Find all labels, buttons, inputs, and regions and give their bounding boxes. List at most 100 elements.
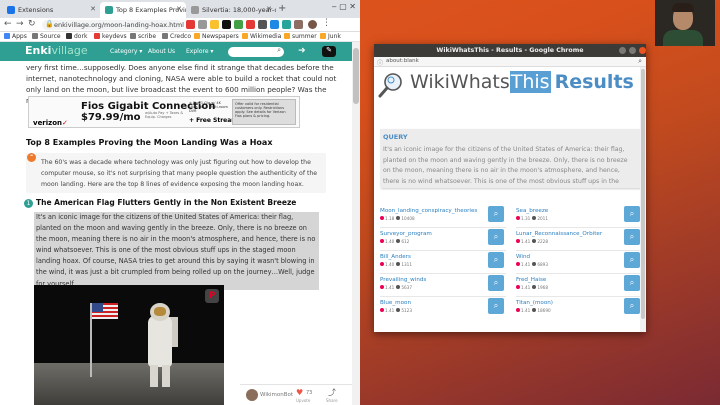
page-icon	[191, 6, 199, 14]
magnifier-logo-icon	[378, 73, 402, 98]
popup-scrollbar[interactable]	[640, 67, 646, 332]
page-title: WikiWhatsThis Results	[410, 71, 634, 93]
american-flag	[92, 303, 118, 319]
result-item: Sea_breeze 1.31 2011 ⌕	[516, 206, 644, 226]
verizon-logo: verizon✓	[33, 119, 68, 127]
tab-extensions[interactable]: Extensions ✕	[2, 2, 100, 18]
search-icon[interactable]: ⌕	[488, 298, 504, 314]
astronaut-leg	[150, 365, 158, 387]
search-icon[interactable]: ⌕	[624, 229, 640, 245]
share-bar: WikimonBot ♥ 73 Upvote ⤴ Share	[240, 384, 352, 405]
search-icon[interactable]: ⌕	[624, 275, 640, 291]
new-tab-button[interactable]: +	[278, 3, 286, 14]
nav-about-us[interactable]: About Us	[148, 48, 175, 55]
result-item: Fred_Haise 1.41 1968 ⌕	[516, 275, 644, 295]
close-icon[interactable]: ✕	[90, 5, 96, 13]
extension-icon[interactable]	[258, 20, 267, 29]
query-label: QUERY	[383, 133, 408, 141]
extensions-icon	[7, 6, 15, 14]
result-item: Wind 1.41 6893 ⌕	[516, 252, 644, 272]
login-icon[interactable]: ➜	[298, 46, 306, 56]
extension-icon[interactable]	[246, 20, 255, 29]
bookmark-keydevs[interactable]: keydevs	[94, 33, 127, 40]
quote-icon: ❝	[27, 153, 36, 162]
search-icon[interactable]: ⌕	[624, 298, 640, 314]
astronaut-leg	[162, 365, 170, 387]
query-text: It's an iconic image for the citizens of…	[383, 146, 628, 185]
site-header: Enkivillage Category ▾ About Us Explore …	[0, 42, 352, 61]
forward-icon[interactable]: →	[16, 19, 24, 29]
search-icon[interactable]: ⌕	[488, 252, 504, 268]
menu-icon[interactable]: ⋮	[322, 18, 331, 28]
scrollbar-thumb[interactable]	[353, 48, 359, 104]
results-window: WikiWhatsThis - Results - Google Chrome …	[374, 44, 646, 332]
zoom-icon[interactable]: ⌕	[638, 57, 642, 66]
address-toolbar: ← → ↻ 🔒 enkivillage.org/moon-landing-hoa…	[0, 18, 360, 32]
result-item: Blue_moon 1.41 5123 ⌕	[380, 298, 508, 318]
page-scrollbar[interactable]	[352, 42, 360, 405]
close-icon[interactable]: ✕	[266, 5, 272, 13]
extension-icon[interactable]	[270, 20, 279, 29]
share-icon[interactable]: ⤴	[328, 387, 336, 398]
extension-icon[interactable]	[186, 20, 195, 29]
close-icon[interactable]	[639, 47, 646, 54]
advertisement[interactable]: Fios Gigabit Connection $79.99/mo verizo…	[28, 96, 300, 128]
nav-category[interactable]: Category ▾	[110, 48, 142, 55]
bookmark-wikimedia[interactable]: Wikimedia	[242, 33, 281, 40]
bookmark-junk[interactable]: Junk	[320, 33, 341, 40]
avatar[interactable]	[246, 389, 258, 401]
bookmark-newspapers[interactable]: Newspapers	[194, 33, 239, 40]
tab-article[interactable]: Top 8 Examples Proving ✕	[100, 2, 186, 18]
tab-silvertia[interactable]: Silvertia: 18,000-year-old M ✕	[186, 2, 276, 18]
bookmark-scribe[interactable]: scribe	[130, 33, 156, 40]
back-icon[interactable]: ←	[4, 19, 12, 29]
scrollbar-thumb[interactable]	[641, 69, 645, 319]
extension-icon[interactable]	[210, 20, 219, 29]
site-search-input[interactable]: ⌕	[228, 46, 284, 57]
nav-explore[interactable]: Explore ▾	[186, 48, 213, 55]
bookmark-apps[interactable]: Apps	[4, 33, 27, 40]
heart-icon[interactable]: ♥	[296, 388, 303, 397]
extension-icon[interactable]	[222, 20, 231, 29]
pinterest-icon[interactable]: P	[205, 289, 219, 303]
search-icon[interactable]: ⌕	[488, 229, 504, 245]
search-icon[interactable]: ⌕	[624, 206, 640, 222]
minimize-icon[interactable]	[619, 47, 626, 54]
result-item: Titan_(moon) 1.41 18690 ⌕	[516, 298, 644, 318]
bookmark-dork[interactable]: dork	[66, 33, 87, 40]
selected-paragraph[interactable]: It's an iconic image for the citizens of…	[34, 212, 319, 290]
search-icon[interactable]: ⌕	[488, 206, 504, 222]
result-item: Bill_Anders 1.40 1311 ⌕	[380, 252, 508, 272]
write-button[interactable]: ✎	[322, 46, 336, 57]
search-icon: ⌕	[277, 46, 281, 54]
site-logo[interactable]: Enkivillage	[25, 44, 88, 57]
maximize-icon[interactable]	[629, 47, 636, 54]
query-box: QUERY It's an iconic image for the citiz…	[380, 129, 640, 188]
extension-icon[interactable]	[198, 20, 207, 29]
lock-icon: 🔒	[45, 20, 54, 28]
bookmark-summer[interactable]: summer	[284, 33, 317, 40]
webcam-overlay	[655, 0, 715, 46]
astronaut	[148, 315, 172, 367]
bookmark-credco[interactable]: Credco	[162, 33, 191, 40]
extension-icon[interactable]	[282, 20, 291, 29]
url-bar[interactable]: 🔒 enkivillage.org/moon-landing-hoax.html	[42, 20, 184, 30]
profile-avatar[interactable]	[308, 20, 317, 29]
item-number-badge: 1	[24, 199, 33, 208]
window-controls[interactable]: ‒ ▢ ✕	[332, 2, 356, 11]
search-icon[interactable]: ⌕	[624, 252, 640, 268]
item-heading: The American Flag Flutters Gently in the…	[36, 198, 297, 207]
extension-icon[interactable]	[294, 20, 303, 29]
extension-icon[interactable]	[234, 20, 243, 29]
lunar-surface	[34, 363, 224, 405]
results-page: WikiWhatsThis Results QUERY It's an iconi…	[374, 67, 642, 332]
search-icon[interactable]: ⌕	[488, 275, 504, 291]
address-bar[interactable]: ⓘ about:blank ⌕	[374, 57, 646, 67]
reload-icon[interactable]: ↻	[28, 19, 36, 29]
summary-box: ❝ The 60's was a decade where technology…	[26, 153, 326, 193]
close-icon[interactable]: ✕	[176, 5, 182, 13]
bookmark-source[interactable]: Source	[32, 33, 61, 40]
browser-window: Extensions ✕ Top 8 Examples Proving ✕ Si…	[0, 0, 360, 405]
mouse-cursor-icon: ▲	[630, 323, 637, 333]
window-title[interactable]: WikiWhatsThis - Results - Google Chrome	[374, 44, 646, 57]
